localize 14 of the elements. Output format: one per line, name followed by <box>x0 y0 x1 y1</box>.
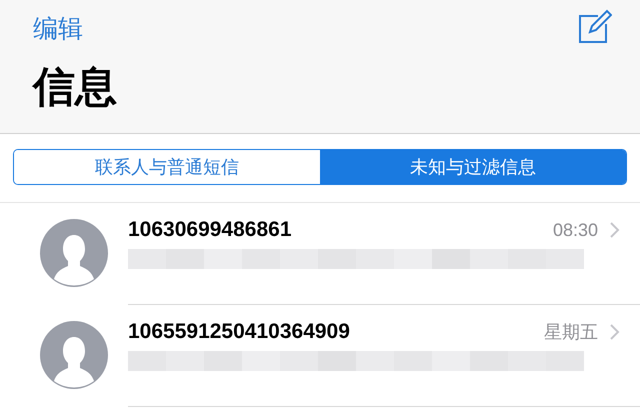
avatar-icon <box>40 321 108 389</box>
chevron-icon <box>610 324 620 340</box>
message-time: 08:30 <box>552 218 598 242</box>
conversation-row[interactable]: 10630699486861 08:30 <box>0 203 640 305</box>
compose-icon[interactable] <box>578 8 612 44</box>
sender-name: 1065591250410364909 <box>128 319 350 345</box>
segment-tab[interactable]: 未知与过滤信息 <box>320 150 626 184</box>
chevron-icon <box>610 222 620 238</box>
page-title: 信息 <box>31 62 118 112</box>
conversation-row[interactable]: 1065591250410364909 星期五 <box>0 305 640 407</box>
message-time: 星期五 <box>544 320 598 344</box>
edit-button[interactable]: 编辑 <box>33 12 83 46</box>
avatar-icon <box>40 219 108 287</box>
sender-name: 10630699486861 <box>128 217 292 243</box>
